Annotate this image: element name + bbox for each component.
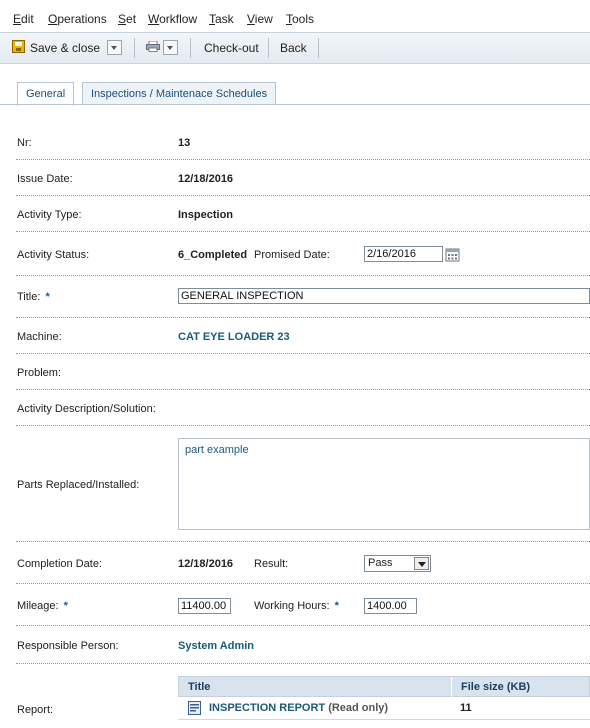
required-mark: *: [45, 291, 50, 303]
activity-type-value: Inspection: [178, 209, 234, 221]
toolbar: Save & close Check-out Back: [0, 32, 590, 64]
print-options-dropdown[interactable]: [163, 40, 178, 55]
issue-date-value: 12/18/2016: [178, 173, 234, 185]
chevron-down-icon[interactable]: [414, 557, 429, 570]
completion-date-label: Completion Date:: [17, 558, 102, 570]
row-divider: [16, 625, 590, 626]
promised-date-label: Promised Date:: [254, 249, 330, 261]
required-mark: *: [63, 600, 68, 612]
column-title[interactable]: Title: [188, 681, 210, 693]
row-divider: [16, 353, 590, 354]
toolbar-separator: [318, 38, 319, 58]
promised-date-input[interactable]: [364, 246, 443, 262]
report-link[interactable]: INSPECTION REPORT (Read only): [209, 702, 388, 714]
column-divider: [451, 677, 452, 697]
report-file-size: 11: [460, 702, 472, 714]
document-icon: [188, 701, 201, 715]
row-divider: [16, 159, 590, 160]
toolbar-separator: [268, 38, 269, 58]
result-select[interactable]: Pass: [364, 555, 431, 572]
column-file-size[interactable]: File size (KB): [461, 681, 530, 693]
menu-bar: Edit Operations Set Workflow Task View T…: [0, 4, 590, 32]
row-divider: [16, 195, 590, 196]
row-divider: [16, 425, 590, 426]
report-label: Report:: [17, 704, 54, 716]
machine-label: Machine:: [17, 331, 62, 343]
problem-label: Problem:: [17, 367, 62, 379]
menu-set[interactable]: Set: [118, 12, 136, 26]
row-divider: [16, 663, 590, 664]
nr-label: Nr:: [17, 137, 32, 149]
menu-operations[interactable]: Operations: [48, 12, 107, 26]
checkout-button[interactable]: Check-out: [204, 41, 259, 55]
machine-link[interactable]: CAT EYE LOADER 23: [178, 331, 290, 343]
menu-tools[interactable]: Tools: [286, 12, 314, 26]
row-divider: [178, 719, 590, 720]
toolbar-separator: [134, 38, 135, 58]
toolbar-separator: [190, 38, 191, 58]
activity-type-label: Activity Type:: [17, 209, 82, 221]
print-icon[interactable]: [146, 41, 160, 52]
menu-view[interactable]: View: [247, 12, 273, 26]
table-row[interactable]: INSPECTION REPORT (Read only) 11: [178, 697, 590, 719]
required-mark: *: [334, 600, 339, 612]
row-divider: [16, 275, 590, 276]
issue-date-label: Issue Date:: [17, 173, 73, 185]
mileage-label: Mileage: *: [17, 600, 68, 612]
responsible-label: Responsible Person:: [17, 640, 119, 652]
nr-value: 13: [178, 137, 191, 149]
parts-label: Parts Replaced/Installed:: [17, 479, 140, 491]
parts-textarea[interactable]: part example: [178, 438, 590, 530]
activity-status-value: 6_Completed: [178, 249, 248, 261]
row-divider: [16, 317, 590, 318]
parts-text: part example: [185, 444, 249, 456]
row-divider: [16, 583, 590, 584]
row-divider: [16, 231, 590, 232]
tab-general[interactable]: General: [17, 82, 75, 106]
tab-strip: General Inspections / Maintenace Schedul…: [0, 80, 590, 106]
tab-inspections-maintenance[interactable]: Inspections / Maintenace Schedules: [82, 82, 277, 105]
activity-description-label: Activity Description/Solution:: [17, 403, 156, 415]
save-options-dropdown[interactable]: [107, 40, 122, 55]
activity-status-label: Activity Status:: [17, 249, 90, 261]
working-hours-label: Working Hours: *: [254, 600, 339, 612]
report-table-header: Title File size (KB): [178, 676, 590, 697]
completion-date-value: 12/18/2016: [178, 558, 234, 570]
result-selected-value: Pass: [368, 557, 393, 569]
tab-divider: [0, 104, 590, 105]
save-close-button[interactable]: Save & close: [30, 41, 100, 55]
title-label: Title: *: [17, 291, 50, 303]
row-divider: [16, 389, 590, 390]
row-divider: [16, 541, 590, 542]
result-label: Result:: [254, 558, 289, 570]
responsible-link[interactable]: System Admin: [178, 640, 254, 652]
calendar-icon[interactable]: [445, 247, 460, 262]
mileage-input[interactable]: [178, 598, 231, 614]
menu-workflow[interactable]: Workflow: [148, 12, 197, 26]
title-input[interactable]: [178, 288, 590, 304]
working-hours-input[interactable]: [364, 598, 417, 614]
menu-task[interactable]: Task: [209, 12, 234, 26]
back-button[interactable]: Back: [280, 41, 307, 55]
menu-edit[interactable]: Edit: [13, 12, 34, 26]
save-icon[interactable]: [12, 40, 25, 53]
